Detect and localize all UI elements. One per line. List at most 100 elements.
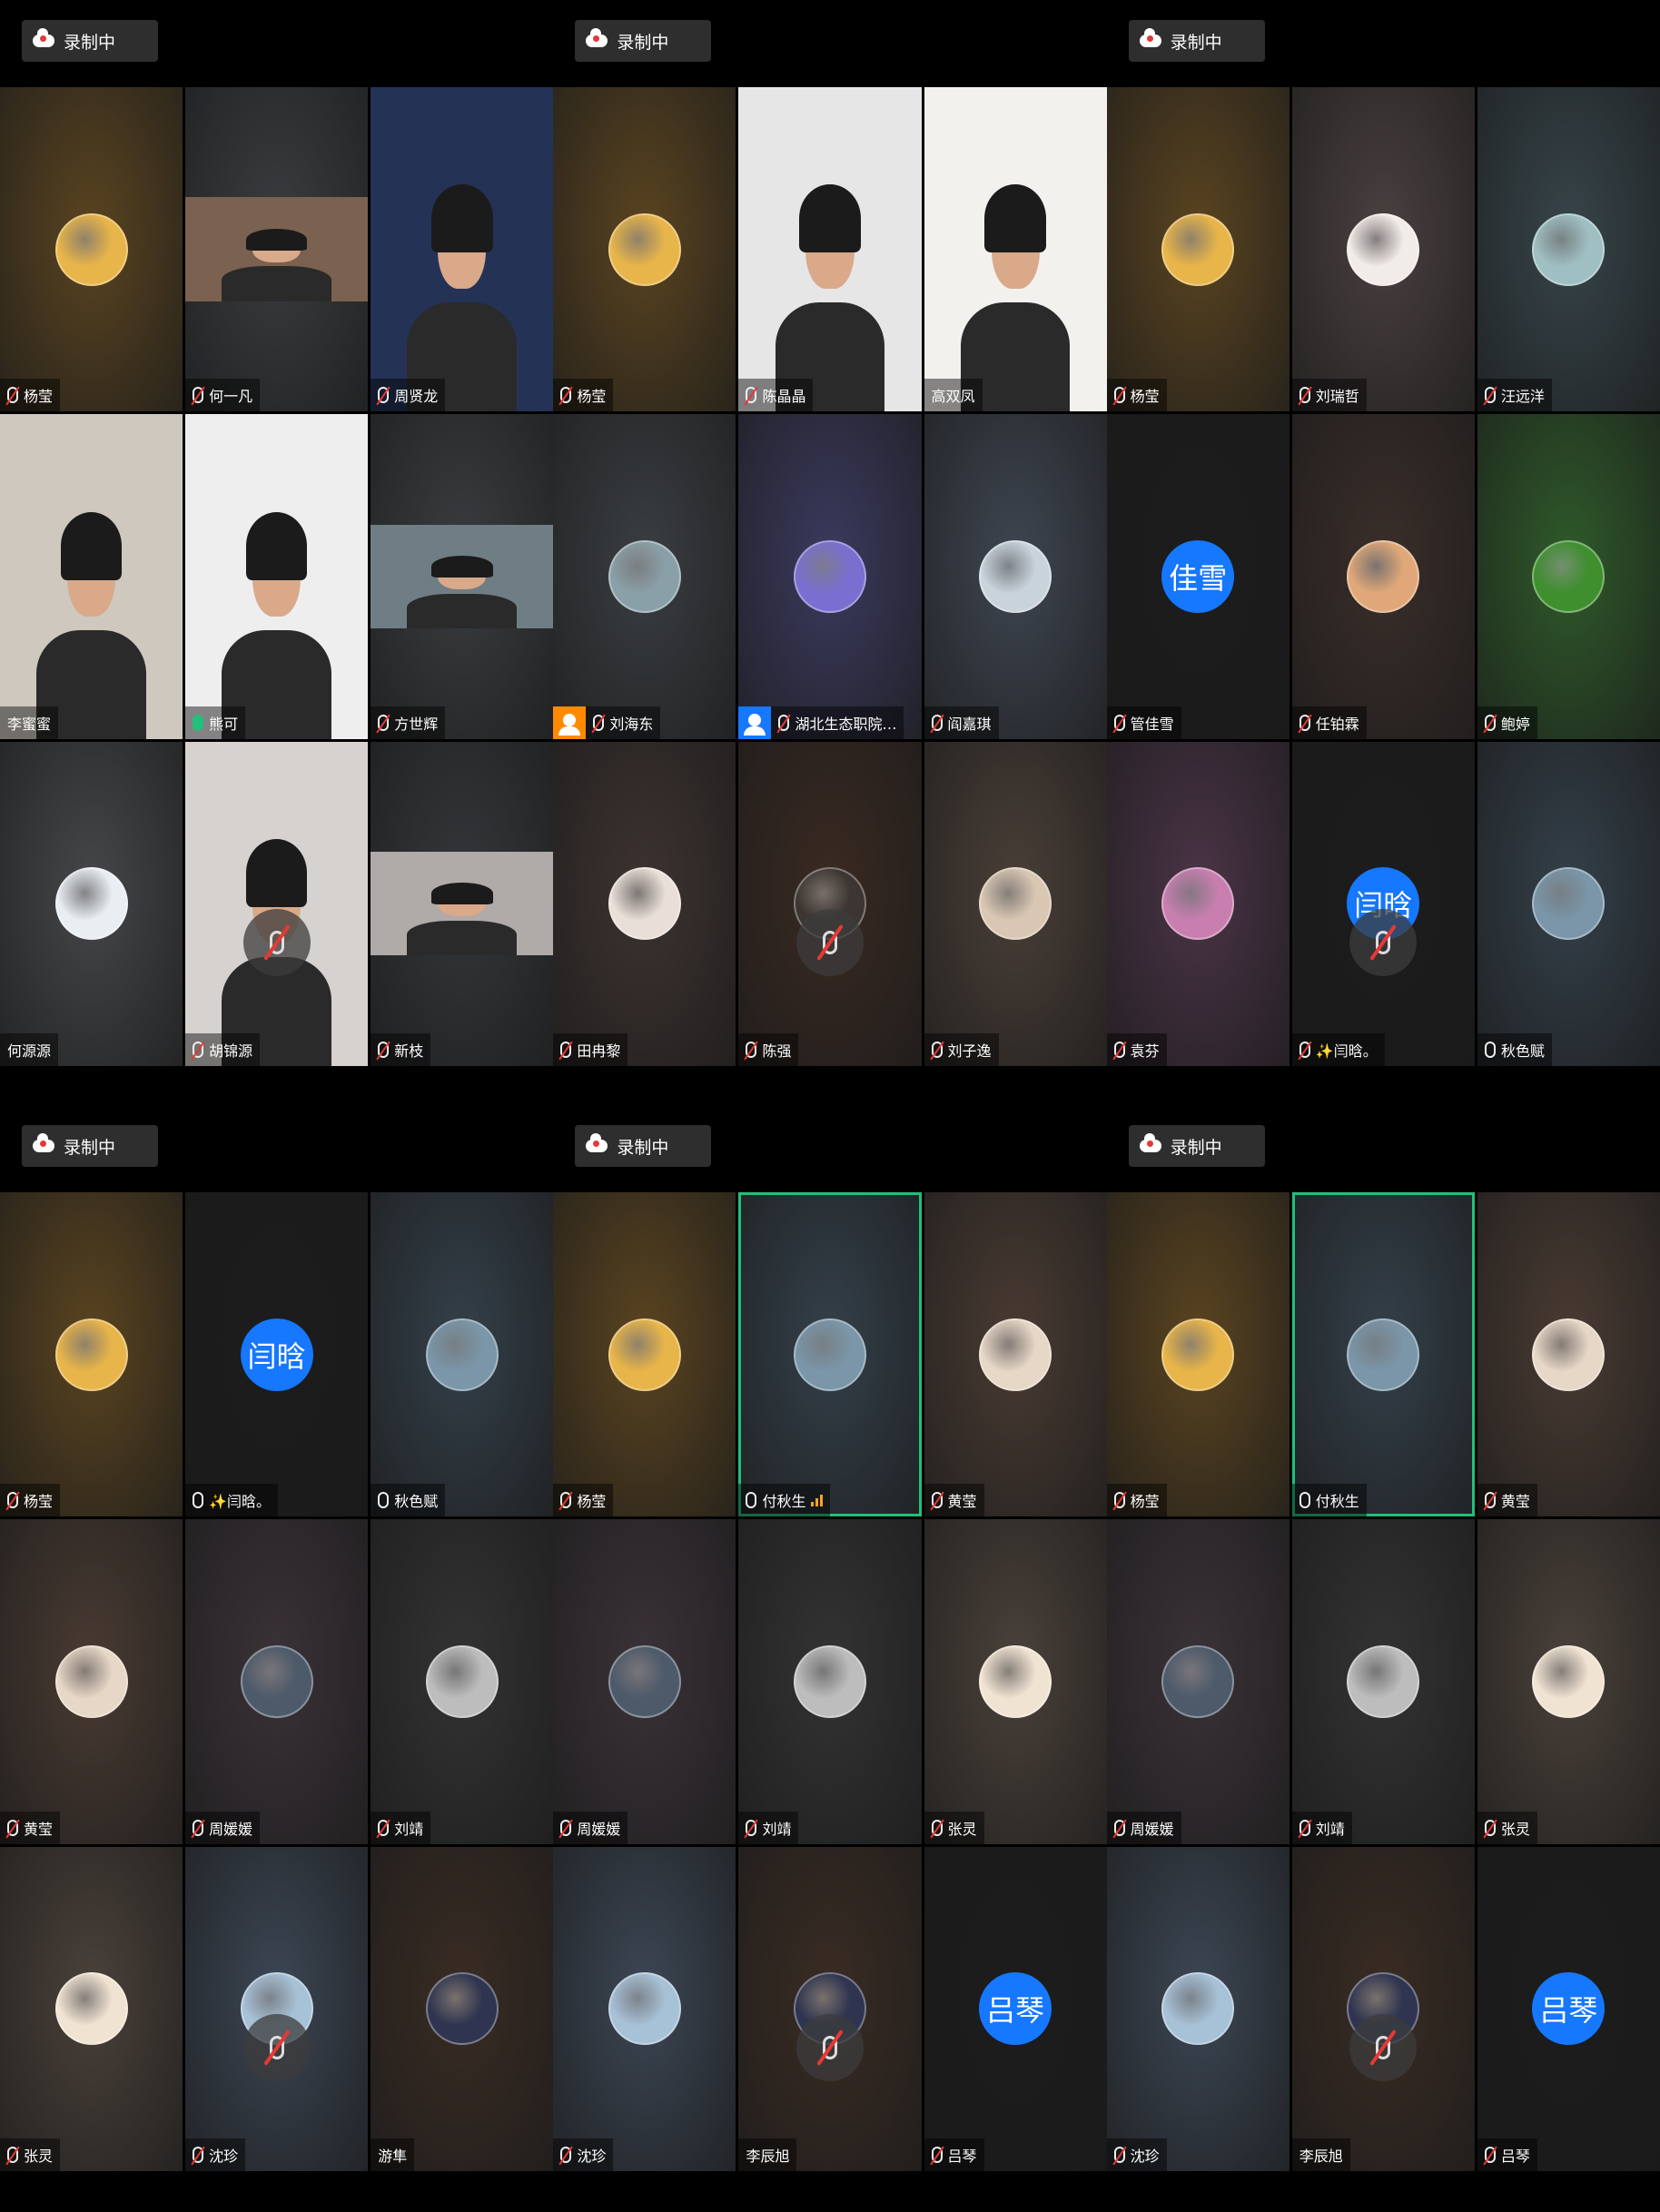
participant-name-label: 黄莹 (924, 1484, 984, 1517)
participant-tile[interactable]: 周媛媛 (185, 1519, 369, 1844)
recording-indicator[interactable]: 录制中 (1128, 1125, 1265, 1167)
participant-tile[interactable]: 湖北生态职院… (738, 414, 922, 739)
recording-indicator[interactable]: 录制中 (575, 1125, 712, 1167)
recording-indicator[interactable]: 录制中 (22, 20, 158, 62)
participant-tile[interactable]: 刘子逸 (924, 741, 1107, 1066)
mic-muted-icon (1113, 1042, 1125, 1058)
recording-indicator[interactable]: 录制中 (575, 20, 712, 62)
person-silhouette (222, 228, 331, 301)
participant-tile[interactable]: 张灵 (924, 1519, 1107, 1844)
participant-tile[interactable]: 黄莹 (1477, 1192, 1660, 1517)
participant-tile[interactable]: 刘靖 (371, 1519, 554, 1844)
participant-tile[interactable]: 黄莹 (924, 1192, 1107, 1517)
participant-name: 杨莹 (24, 388, 54, 406)
participant-tile[interactable]: 熊可 (185, 414, 369, 739)
mic-muted-icon (931, 714, 943, 731)
participant-tile[interactable]: 杨莹 (1106, 87, 1289, 412)
avatar (1532, 212, 1606, 286)
participant-name: 袁芬 (1130, 1042, 1160, 1060)
avatar (608, 539, 681, 613)
participant-tile[interactable]: 袁芬 (1106, 741, 1289, 1066)
participant-tile[interactable]: 杨莹 (553, 1192, 736, 1517)
participant-tile[interactable]: 吕琴 吕琴 (924, 1846, 1107, 2171)
mic-muted-icon (795, 909, 864, 977)
participant-tile[interactable]: 新枝 (371, 741, 554, 1066)
mic-icon (1299, 1492, 1310, 1509)
participant-tile[interactable]: 张灵 (1477, 1519, 1660, 1844)
participant-tile[interactable]: 李辰旭 (1291, 1846, 1475, 2171)
participant-tile[interactable]: 何源源 (0, 741, 183, 1066)
participant-tile[interactable]: 杨莹 (553, 87, 736, 412)
avatar (793, 539, 866, 613)
participant-tile[interactable]: 任铂霖 (1291, 414, 1475, 739)
mic-muted-icon (1484, 714, 1496, 731)
participant-tile[interactable]: 沈珍 (1106, 1846, 1289, 2171)
mic-muted-icon (378, 1042, 390, 1058)
avatar (1532, 867, 1606, 941)
participant-tile[interactable]: 杨莹 (0, 87, 183, 412)
mic-muted-icon (242, 2014, 311, 2082)
participant-tile[interactable]: 鲍婷 (1477, 414, 1660, 739)
participant-tile[interactable]: 闫晗 ✨闫晗。 (185, 1192, 369, 1517)
participant-tile[interactable]: 高双凤 (924, 87, 1107, 412)
participant-name-label: 李辰旭 (738, 2138, 797, 2171)
participant-tile[interactable]: 何一凡 (185, 87, 369, 412)
participant-tile[interactable]: 杨莹 (1106, 1192, 1289, 1517)
participant-tile[interactable]: 刘靖 (738, 1519, 922, 1844)
participant-tile[interactable]: 游隼 (371, 1846, 554, 2171)
participant-tile[interactable]: 周贤龙 (371, 87, 554, 412)
participant-tile[interactable]: 李蜜蜜 (0, 414, 183, 739)
participant-name: 李辰旭 (1299, 2148, 1343, 2165)
mic-muted-icon (1113, 2147, 1125, 2163)
participant-tile[interactable]: 张灵 (0, 1846, 183, 2171)
participant-name: 何源源 (7, 1042, 52, 1060)
participant-tile[interactable]: 刘靖 (1291, 1519, 1475, 1844)
participant-tile[interactable]: 付秋生 (1291, 1192, 1475, 1517)
participant-name-label: 秋色赋 (1477, 1033, 1552, 1066)
participant-name: 黄莹 (1500, 1493, 1530, 1511)
avatar (793, 1318, 866, 1391)
participant-name-label: 熊可 (185, 706, 246, 739)
participant-name: 田冉黎 (577, 1042, 621, 1060)
participant-tile[interactable]: 吕琴 吕琴 (1477, 1846, 1660, 2171)
participant-tile[interactable]: 刘海东 (553, 414, 736, 739)
participant-tile[interactable]: 秋色赋 (1477, 741, 1660, 1066)
participant-name-label: 高双凤 (924, 379, 983, 412)
participant-tile[interactable]: 杨莹 (0, 1192, 183, 1517)
avatar (240, 1644, 313, 1718)
participant-tile[interactable]: 周媛媛 (1106, 1519, 1289, 1844)
participant-tile[interactable]: 沈珍 (185, 1846, 369, 2171)
participant-name: 杨莹 (24, 1493, 54, 1511)
video-feed (371, 524, 554, 629)
participant-tile[interactable]: 周媛媛 (553, 1519, 736, 1844)
participant-tile[interactable]: 方世辉 (371, 414, 554, 739)
participant-name-label: 沈珍 (1106, 2138, 1167, 2171)
participant-name: 刘子逸 (947, 1042, 992, 1060)
participant-tile[interactable]: 刘瑞哲 (1291, 87, 1475, 412)
participant-tile[interactable]: 付秋生 (738, 1192, 922, 1517)
participant-tile[interactable]: 沈珍 (553, 1846, 736, 2171)
avatar (54, 1318, 128, 1391)
participant-tile[interactable]: 阎嘉琪 (924, 414, 1107, 739)
participant-name-label: 秋色赋 (371, 1484, 446, 1517)
participant-name: 鲍婷 (1500, 715, 1530, 733)
participant-tile[interactable]: 陈强 (738, 741, 922, 1066)
mic-muted-icon (560, 1819, 572, 1836)
participant-tile[interactable]: 田冉黎 (553, 741, 736, 1066)
participant-tile[interactable]: 陈晶晶 (738, 87, 922, 412)
participant-name-label: 游隼 (371, 2138, 415, 2171)
participant-name-label: 刘靖 (1291, 1811, 1352, 1844)
participant-tile[interactable]: 汪远洋 (1477, 87, 1660, 412)
avatar (1347, 212, 1420, 286)
recording-indicator[interactable]: 录制中 (22, 1125, 158, 1167)
participant-tile[interactable]: 胡锦源 (185, 741, 369, 1066)
participant-tile[interactable]: 李辰旭 (738, 1846, 922, 2171)
recording-indicator[interactable]: 录制中 (1128, 20, 1265, 62)
participant-tile[interactable]: 黄莹 (0, 1519, 183, 1844)
participant-tile[interactable]: 闫晗 ✨闫晗。 (1291, 741, 1475, 1066)
participant-tile[interactable]: 佳雪 管佳雪 (1106, 414, 1289, 739)
participant-tile[interactable]: 秋色赋 (371, 1192, 554, 1517)
participant-name-label: 周媛媛 (185, 1811, 261, 1844)
avatar (608, 212, 681, 286)
mic-muted-icon (378, 714, 390, 731)
